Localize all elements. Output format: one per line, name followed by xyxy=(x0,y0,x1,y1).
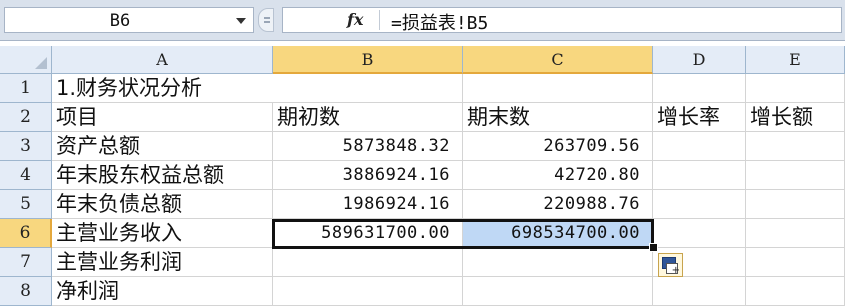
select-all-corner[interactable] xyxy=(0,46,52,74)
chevron-down-icon[interactable] xyxy=(236,18,246,24)
cell-d3[interactable] xyxy=(653,132,746,161)
cell-c7[interactable] xyxy=(463,248,653,277)
select-all-icon xyxy=(35,57,47,69)
row-header-4[interactable]: 4 xyxy=(0,161,52,190)
paste-plus-part: + xyxy=(671,265,680,276)
cell-e4[interactable] xyxy=(746,161,845,190)
cell-a3[interactable]: 资产总额 xyxy=(52,132,273,161)
formula-bar-resize-handle[interactable] xyxy=(258,8,274,32)
formula-bar: B6 fx =损益表!B5 xyxy=(0,0,845,41)
cell-d2[interactable]: 增长率 xyxy=(653,103,746,132)
column-header-d[interactable]: D xyxy=(653,46,746,74)
cell-d1[interactable] xyxy=(653,74,746,103)
cell-a6[interactable]: 主营业务收入 xyxy=(52,219,273,248)
cell-b8[interactable] xyxy=(273,277,463,306)
cell-a4[interactable]: 年末股东权益总额 xyxy=(52,161,273,190)
formula-text[interactable]: =损益表!B5 xyxy=(391,9,488,35)
row-header-6[interactable]: 6 xyxy=(0,219,52,248)
cell-c2[interactable]: 期末数 xyxy=(463,103,653,132)
cell-d8[interactable] xyxy=(653,277,746,306)
cell-e6[interactable] xyxy=(746,219,845,248)
cell-a2[interactable]: 项目 xyxy=(52,103,273,132)
cell-b4[interactable]: 3886924.16 xyxy=(273,161,463,190)
paste-options-icon[interactable]: + xyxy=(658,253,683,277)
cell-c5[interactable]: 220988.76 xyxy=(463,190,653,219)
formula-input[interactable]: fx =损益表!B5 xyxy=(282,7,842,35)
cell-b5[interactable]: 1986924.16 xyxy=(273,190,463,219)
row-header-5[interactable]: 5 xyxy=(0,190,52,219)
row-header-7[interactable]: 7 xyxy=(0,248,52,277)
row-header-8[interactable]: 8 xyxy=(0,277,52,306)
cell-a8[interactable]: 净利润 xyxy=(52,277,273,306)
column-header-c[interactable]: C xyxy=(463,46,653,74)
cell-e1[interactable] xyxy=(746,74,845,103)
cell-c1[interactable] xyxy=(463,74,653,103)
fx-icon[interactable]: fx xyxy=(347,10,363,29)
cell-a7[interactable]: 主营业务利润 xyxy=(52,248,273,277)
cell-b7[interactable] xyxy=(273,248,463,277)
name-box-value[interactable]: B6 xyxy=(5,11,235,31)
cell-e3[interactable] xyxy=(746,132,845,161)
name-box[interactable]: B6 xyxy=(4,7,254,33)
row-header-2[interactable]: 2 xyxy=(0,103,52,132)
column-header-a[interactable]: A xyxy=(52,46,273,74)
fill-handle[interactable] xyxy=(649,243,658,252)
row-header-1[interactable]: 1 xyxy=(0,74,52,103)
cell-a5[interactable]: 年末负债总额 xyxy=(52,190,273,219)
cell-e7[interactable] xyxy=(746,248,845,277)
cell-e8[interactable] xyxy=(746,277,845,306)
cell-b6[interactable]: 589631700.00 xyxy=(273,219,463,248)
column-header-b[interactable]: B xyxy=(273,46,463,74)
row-header-3[interactable]: 3 xyxy=(0,132,52,161)
cell-b1[interactable] xyxy=(273,74,463,103)
cell-b2[interactable]: 期初数 xyxy=(273,103,463,132)
formula-separator xyxy=(379,10,380,30)
cell-c6[interactable]: 698534700.00 xyxy=(463,219,653,248)
cell-b3[interactable]: 5873848.32 xyxy=(273,132,463,161)
cell-d5[interactable] xyxy=(653,190,746,219)
cell-e2[interactable]: 增长额 xyxy=(746,103,845,132)
cell-d6[interactable] xyxy=(653,219,746,248)
cell-d4[interactable] xyxy=(653,161,746,190)
cell-a1[interactable]: 1.财务状况分析 xyxy=(52,74,273,103)
cell-c8[interactable] xyxy=(463,277,653,306)
cell-c4[interactable]: 42720.80 xyxy=(463,161,653,190)
cell-c3[interactable]: 263709.56 xyxy=(463,132,653,161)
cell-e5[interactable] xyxy=(746,190,845,219)
column-header-e[interactable]: E xyxy=(746,46,845,74)
